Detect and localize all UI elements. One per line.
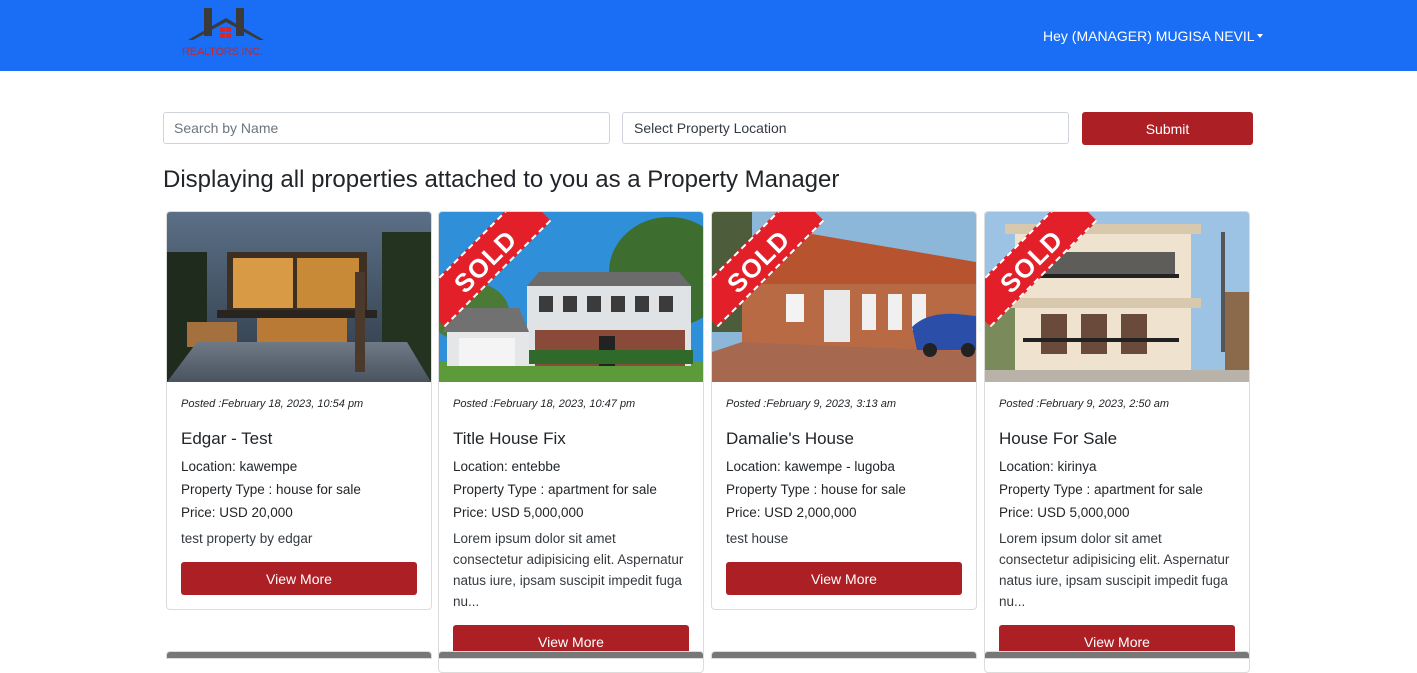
house-logo-icon bbox=[188, 8, 264, 40]
logo-text: REALTORS INC. bbox=[182, 46, 263, 58]
property-title: Damalie's House bbox=[726, 429, 854, 448]
property-image[interactable]: SOLD bbox=[439, 212, 703, 382]
posted-date: Posted :February 18, 2023, 10:47 pm bbox=[453, 398, 636, 410]
next-row-card bbox=[438, 651, 704, 659]
property-description: test house bbox=[726, 531, 789, 546]
property-description: Lorem ipsum dolor sit amet consectetur a… bbox=[453, 531, 684, 609]
property-card: SOLD Posted :February 18, 2023, 10:47 pm… bbox=[438, 211, 704, 673]
next-row-card bbox=[984, 651, 1250, 659]
property-location: Location: kirinya bbox=[999, 459, 1097, 474]
posted-date: Posted :February 18, 2023, 10:54 pm bbox=[181, 398, 364, 410]
next-row-card bbox=[166, 651, 432, 659]
next-row-card bbox=[711, 651, 977, 659]
user-dropdown[interactable]: Hey (MANAGER) MUGISA NEVIL bbox=[1043, 28, 1263, 44]
property-location: Location: entebbe bbox=[453, 459, 561, 474]
caret-down-icon bbox=[1256, 34, 1263, 38]
posted-date: Posted :February 9, 2023, 2:50 am bbox=[999, 398, 1169, 410]
property-description: test property by edgar bbox=[181, 531, 313, 546]
property-image[interactable] bbox=[167, 212, 431, 382]
property-location: Location: kawempe bbox=[181, 459, 298, 474]
property-card: SOLD Posted :February 9, 2023, 2:50 am H… bbox=[984, 211, 1250, 673]
property-card: Posted :February 18, 2023, 10:54 pm Edga… bbox=[166, 211, 432, 610]
page-title: Displaying all properties attached to yo… bbox=[163, 166, 840, 193]
property-price: Price: USD 20,000 bbox=[181, 505, 293, 520]
view-more-button[interactable]: View More bbox=[726, 562, 962, 595]
view-more-button[interactable]: View More bbox=[181, 562, 417, 595]
property-type: Property Type : apartment for sale bbox=[999, 482, 1203, 497]
submit-button[interactable]: Submit bbox=[1082, 112, 1253, 145]
property-price: Price: USD 5,000,000 bbox=[999, 505, 1130, 520]
property-type: Property Type : house for sale bbox=[726, 482, 906, 497]
posted-date: Posted :February 9, 2023, 3:13 am bbox=[726, 398, 896, 410]
user-menu-label: Hey (MANAGER) MUGISA NEVIL bbox=[1043, 28, 1255, 44]
property-image[interactable]: SOLD bbox=[985, 212, 1249, 382]
property-description: Lorem ipsum dolor sit amet consectetur a… bbox=[999, 531, 1230, 609]
property-location: Location: kawempe - lugoba bbox=[726, 459, 895, 474]
property-type: Property Type : house for sale bbox=[181, 482, 361, 497]
top-navbar: REALTORS INC. Hey (MANAGER) MUGISA NEVIL bbox=[0, 0, 1417, 71]
property-card: SOLD Posted :February 9, 2023, 3:13 am D… bbox=[711, 211, 977, 610]
property-price: Price: USD 5,000,000 bbox=[453, 505, 584, 520]
property-location-select[interactable]: Select Property Location bbox=[622, 112, 1069, 144]
property-type: Property Type : apartment for sale bbox=[453, 482, 657, 497]
brand-logo[interactable]: REALTORS INC. bbox=[180, 6, 272, 62]
property-price: Price: USD 2,000,000 bbox=[726, 505, 857, 520]
modern-house-photo bbox=[167, 212, 431, 382]
property-title: Title House Fix bbox=[453, 429, 566, 448]
search-by-name-input[interactable] bbox=[163, 112, 610, 144]
property-title: Edgar - Test bbox=[181, 429, 273, 448]
property-title: House For Sale bbox=[999, 429, 1118, 448]
property-image[interactable]: SOLD bbox=[712, 212, 976, 382]
